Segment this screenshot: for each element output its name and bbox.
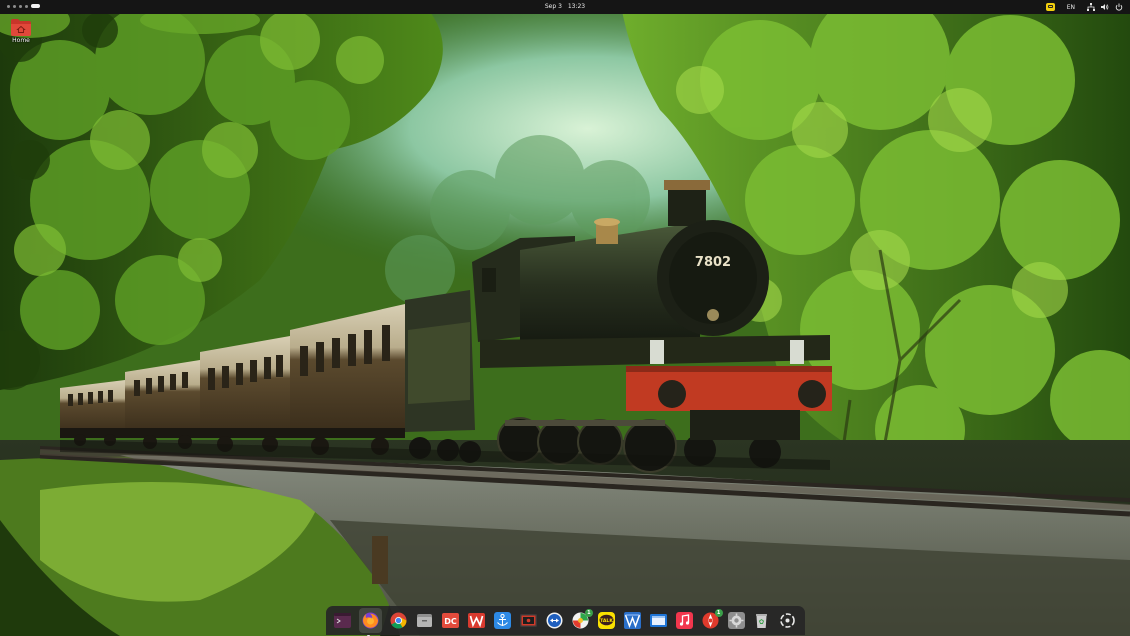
desktop-icon-label: Home bbox=[12, 37, 30, 44]
terminal-icon bbox=[334, 613, 352, 628]
dock-app-screen-recorder[interactable] bbox=[519, 611, 538, 630]
volume-icon[interactable] bbox=[1101, 2, 1109, 12]
clock-date: Sep 3 bbox=[544, 3, 562, 10]
desktop-icon-home[interactable]: Home bbox=[6, 19, 36, 44]
dock-app-kakaotalk[interactable]: TALK bbox=[597, 611, 616, 630]
top-bar: Sep 3 13:23 EN bbox=[0, 0, 1130, 14]
language-indicator[interactable]: EN bbox=[1067, 2, 1075, 12]
kakaotalk-icon: TALK bbox=[597, 612, 615, 629]
dock-app-files[interactable] bbox=[415, 611, 434, 630]
dock: DC 1 TALK 1 bbox=[326, 606, 805, 636]
home-folder-icon bbox=[11, 19, 31, 36]
dock-app-wps-office[interactable] bbox=[467, 611, 486, 630]
app-grid-icon bbox=[780, 613, 796, 628]
dock-app-vpn[interactable] bbox=[623, 611, 642, 630]
files-icon bbox=[417, 614, 433, 627]
anchor-app-icon bbox=[494, 612, 512, 629]
loco-number-plate: 7802 bbox=[695, 255, 731, 270]
system-tray: EN bbox=[1045, 2, 1123, 12]
desktop[interactable]: 7802 Sep 3 13:23 EN Home DC 1 TALK 1 bbox=[0, 0, 1130, 636]
remote-desktop-icon bbox=[546, 612, 563, 629]
kakaotalk-label: TALK bbox=[600, 618, 613, 624]
firefox-icon bbox=[362, 612, 379, 629]
notification-badge: 1 bbox=[714, 609, 723, 617]
dock-app-remote-desktop[interactable] bbox=[545, 611, 564, 630]
music-icon bbox=[675, 612, 693, 629]
trash-icon bbox=[756, 614, 768, 628]
screen-recorder-icon bbox=[520, 614, 538, 627]
clock[interactable]: Sep 3 13:23 bbox=[0, 3, 1130, 10]
window-icon bbox=[649, 614, 667, 627]
keyboard-layout-icon[interactable] bbox=[1045, 2, 1055, 12]
dock-app-window-manager[interactable] bbox=[649, 611, 668, 630]
wallpaper: 7802 bbox=[0, 0, 1130, 636]
dc-icon: DC bbox=[442, 613, 460, 628]
chrome-icon bbox=[390, 612, 407, 629]
dock-app-settings[interactable] bbox=[727, 611, 746, 630]
dock-app-anchor-app[interactable] bbox=[493, 611, 512, 630]
settings-icon bbox=[727, 612, 745, 629]
dock-app-trash[interactable] bbox=[752, 611, 771, 630]
dock-app-firefox[interactable] bbox=[359, 608, 383, 636]
dock-app-chrome[interactable] bbox=[389, 611, 408, 630]
dock-app-show-apps[interactable] bbox=[778, 611, 797, 630]
dock-app-mail[interactable]: 1 bbox=[701, 609, 723, 630]
power-icon[interactable] bbox=[1115, 2, 1123, 12]
wps-icon bbox=[468, 613, 486, 628]
dock-app-dc[interactable]: DC bbox=[441, 611, 460, 630]
clock-time: 13:23 bbox=[567, 3, 586, 10]
dock-app-whatsapp[interactable]: 1 bbox=[571, 609, 593, 630]
dock-app-terminal[interactable] bbox=[333, 611, 352, 630]
dock-app-music[interactable] bbox=[675, 611, 694, 630]
network-icon[interactable] bbox=[1087, 2, 1095, 12]
svg-text:DC: DC bbox=[444, 617, 457, 626]
notification-badge: 1 bbox=[584, 609, 593, 617]
vpn-icon bbox=[623, 612, 641, 629]
